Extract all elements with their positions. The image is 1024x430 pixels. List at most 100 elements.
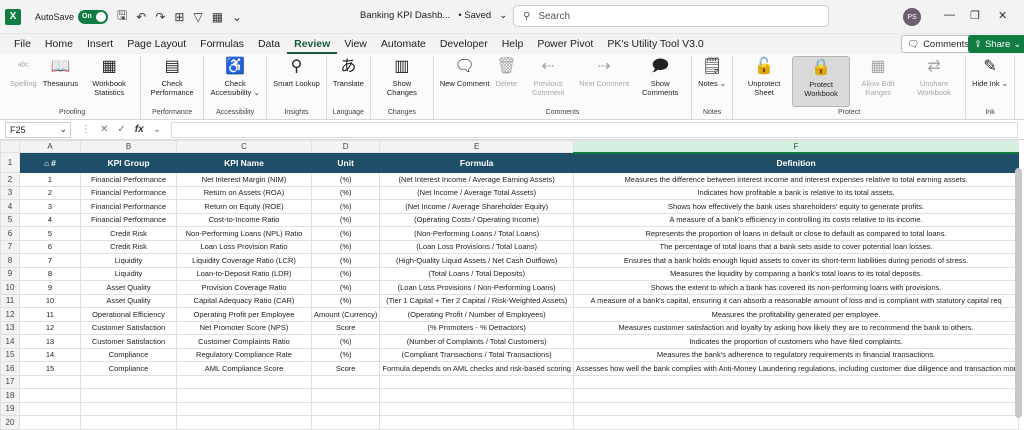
workbook-statistics-button[interactable]: ▦ Workbook Statistics	[81, 56, 137, 107]
empty-cell[interactable]	[19, 401, 81, 416]
delete-button[interactable]: 🗑 Delete	[492, 56, 520, 107]
table-cell[interactable]: Measures the difference between interest…	[572, 172, 1020, 187]
table-cell[interactable]: Customer Complaints Ratio	[176, 334, 312, 349]
menu-tab-formulas[interactable]: Formulas	[193, 34, 251, 54]
table-cell[interactable]: Non-Performing Loans (NPL) Ratio	[176, 226, 312, 241]
empty-cell[interactable]	[310, 415, 381, 430]
table-cell[interactable]: 4	[19, 212, 81, 227]
row-header[interactable]: 5	[0, 212, 20, 227]
table-cell[interactable]: (%)	[310, 253, 381, 268]
table-cell[interactable]: A measure of a bank's capital, ensuring …	[572, 293, 1020, 308]
table-cell[interactable]: 9	[19, 280, 81, 295]
new-comment-button[interactable]: 🗨 New Comment	[437, 56, 493, 107]
empty-cell[interactable]	[310, 388, 381, 403]
table-cell[interactable]: (Loan Loss Provisions / Non-Performing L…	[379, 280, 574, 295]
table-cell[interactable]: (Net Interest Income / Average Earning A…	[379, 172, 574, 187]
table-cell[interactable]: Score	[310, 320, 381, 335]
table-cell[interactable]: Financial Performance	[80, 212, 177, 227]
menu-tab-automate[interactable]: Automate	[374, 34, 433, 54]
table-cell[interactable]: Asset Quality	[80, 280, 177, 295]
table-header-cell[interactable]: ⌂ #	[19, 152, 81, 173]
empty-cell[interactable]	[379, 388, 574, 403]
empty-cell[interactable]	[80, 374, 177, 389]
autosave-toggle[interactable]: On	[78, 9, 109, 24]
table-cell[interactable]: Operational Efficiency	[80, 307, 177, 322]
share-button[interactable]: ⇪ Share ⌄	[968, 35, 1024, 53]
empty-cell[interactable]	[572, 374, 1020, 389]
smart-lookup-button[interactable]: ⚲ Smart Lookup	[270, 56, 323, 107]
table-cell[interactable]: Provision Coverage Ratio	[176, 280, 312, 295]
next-comment-button[interactable]: ⇢ Next Comment	[576, 56, 632, 107]
table-cell[interactable]: Indicates how profitable a bank is relat…	[572, 185, 1020, 200]
table-cell[interactable]: Loan Loss Provision Ratio	[176, 239, 312, 254]
empty-cell[interactable]	[379, 401, 574, 416]
table-cell[interactable]: (%)	[310, 293, 381, 308]
table-cell[interactable]: Operating Profit per Employee	[176, 307, 312, 322]
table-cell[interactable]: 7	[19, 253, 81, 268]
table-cell[interactable]: Measures customer satisfaction and loyal…	[572, 320, 1020, 335]
table-cell[interactable]: 11	[19, 307, 81, 322]
document-title[interactable]: Banking KPI Dashb... • Saved ⌄	[360, 10, 507, 21]
protect-workbook-button[interactable]: 🔒 Protect Workbook	[792, 56, 851, 107]
confirm-icon[interactable]: ✓	[117, 124, 125, 135]
row-header[interactable]: 7	[0, 239, 20, 254]
table-cell[interactable]: Shows how effectively the bank uses shar…	[572, 199, 1020, 214]
table-cell[interactable]: Return on Assets (ROA)	[176, 185, 312, 200]
table-cell[interactable]: (High-Quality Liquid Assets / Net Cash O…	[379, 253, 574, 268]
empty-cell[interactable]	[19, 415, 81, 430]
table-cell[interactable]: Net Promoter Score (NPS)	[176, 320, 312, 335]
empty-cell[interactable]	[19, 388, 81, 403]
row-header[interactable]: 12	[0, 307, 20, 322]
formula-input[interactable]	[171, 121, 1018, 138]
table-header-cell[interactable]: Definition	[572, 152, 1020, 173]
row-header[interactable]: 9	[0, 266, 20, 281]
save-icon[interactable]: 🖫	[117, 6, 127, 27]
table-cell[interactable]: Regulatory Compliance Rate	[176, 347, 312, 362]
restore-icon[interactable]: ❐	[970, 9, 980, 22]
avatar[interactable]: PS	[903, 8, 921, 26]
row-header[interactable]: 17	[0, 374, 20, 389]
row-header[interactable]: 4	[0, 199, 20, 214]
row-header[interactable]: 13	[0, 320, 20, 335]
table-cell[interactable]: 5	[19, 226, 81, 241]
row-header[interactable]: 11	[0, 293, 20, 308]
worksheet[interactable]: A B C D E F 1 ⌂ # KPI Group KPI Name Unit Formula De…	[0, 140, 1024, 430]
table-cell[interactable]: Score	[310, 361, 381, 376]
table-cell[interactable]: Financial Performance	[80, 185, 177, 200]
thesaurus-button[interactable]: 📖 Thesaurus	[40, 56, 81, 107]
empty-cell[interactable]	[379, 374, 574, 389]
row-header[interactable]: 6	[0, 226, 20, 241]
table-cell[interactable]: (%)	[310, 199, 381, 214]
column-header-f[interactable]: F	[572, 140, 1020, 154]
filter-icon[interactable]: ▽	[193, 10, 202, 24]
table-cell[interactable]: Compliance	[80, 347, 177, 362]
table-cell[interactable]: (% Promoters - % Detractors)	[379, 320, 574, 335]
unshare-workbook-button[interactable]: ⇄ Unshare Workbook	[906, 56, 962, 107]
table-cell[interactable]: 14	[19, 347, 81, 362]
table-cell[interactable]: Liquidity Coverage Ratio (LCR)	[176, 253, 312, 268]
name-box[interactable]: F25 ⌄	[5, 121, 71, 138]
table-cell[interactable]: Net Interest Margin (NIM)	[176, 172, 312, 187]
table-cell[interactable]: 6	[19, 239, 81, 254]
undo-icon[interactable]: ↶	[136, 10, 146, 24]
search-box[interactable]: ⚲ Search	[513, 5, 829, 27]
vertical-scrollbar[interactable]	[1015, 168, 1022, 418]
row-header[interactable]: 20	[0, 415, 20, 430]
row-header[interactable]: 15	[0, 347, 20, 362]
menu-tab-pk-s-utility-tool-v3-0[interactable]: PK's Utility Tool V3.0	[600, 34, 710, 54]
table-cell[interactable]: (%)	[310, 334, 381, 349]
show-comments-button[interactable]: 🗩 Show Comments	[632, 56, 688, 107]
empty-cell[interactable]	[176, 415, 312, 430]
table-cell[interactable]: (Number of Complaints / Total Customers)	[379, 334, 574, 349]
check-performance-button[interactable]: ▤ Check Performance	[144, 56, 200, 107]
check-accessibility-button[interactable]: ♿ Check Accessibility ⌄	[207, 56, 263, 107]
table-cell[interactable]: (Net Income / Average Shareholder Equity…	[379, 199, 574, 214]
table-cell[interactable]: 3	[19, 199, 81, 214]
table-cell[interactable]: (%)	[310, 347, 381, 362]
menu-tab-review[interactable]: Review	[287, 34, 338, 54]
empty-cell[interactable]	[176, 374, 312, 389]
table-cell[interactable]: Formula depends on AML checks and risk-b…	[379, 361, 574, 376]
column-header-b[interactable]: B	[80, 140, 177, 153]
table-cell[interactable]: Shows the extent to which a bank has cov…	[572, 280, 1020, 295]
table-cell[interactable]: (Operating Costs / Operating Income)	[379, 212, 574, 227]
